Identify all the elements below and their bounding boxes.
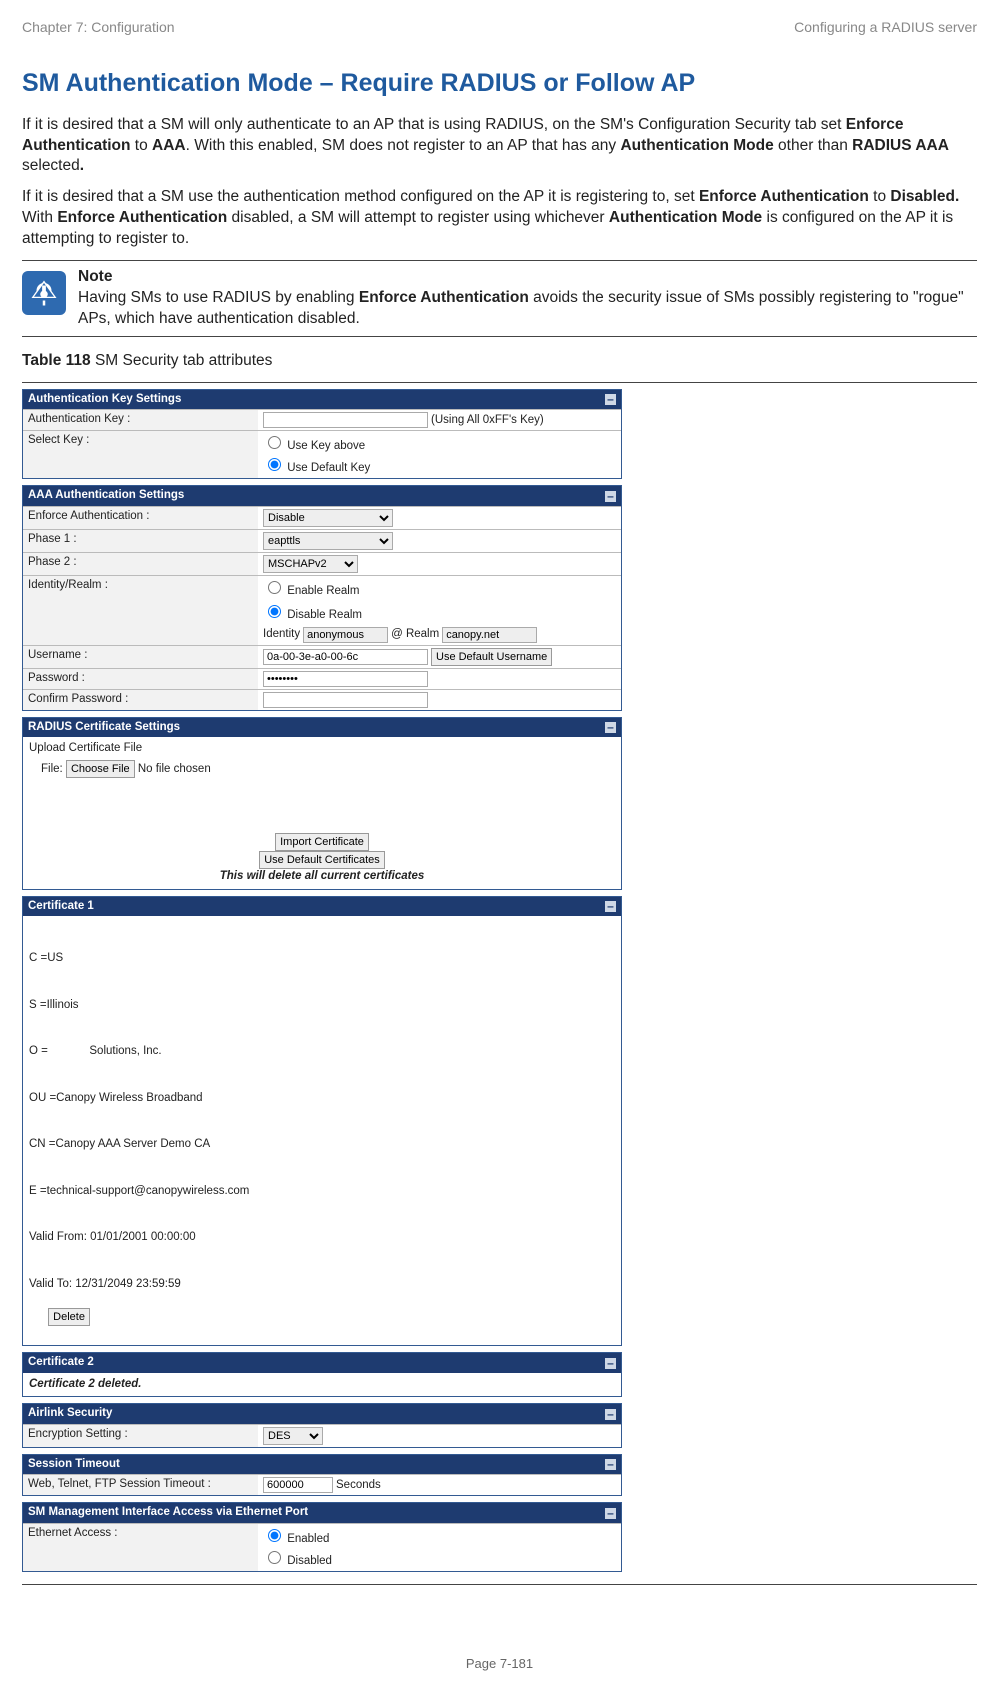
file-label: File: [41, 763, 63, 775]
panel-title: Airlink Security [28, 1406, 112, 1422]
info-icon [22, 271, 66, 315]
collapse-icon[interactable]: – [605, 1459, 616, 1470]
cert1-line: S =Illinois [29, 998, 615, 1014]
seconds-unit: Seconds [336, 1478, 381, 1494]
cert1-line: Valid From: 01/01/2001 00:00:00 [29, 1230, 615, 1246]
encryption-label: Encryption Setting : [23, 1425, 258, 1447]
ethernet-enabled-radio[interactable]: Enabled [263, 1526, 332, 1548]
para-2: If it is desired that a SM use the authe… [22, 187, 977, 250]
ethernet-disabled-radio[interactable]: Disabled [263, 1548, 332, 1570]
password-input[interactable] [263, 671, 428, 687]
cert1-line: C =US [29, 951, 615, 967]
password-label: Password : [23, 669, 258, 689]
auth-key-hint: (Using All 0xFF's Key) [431, 413, 544, 429]
panel-title: RADIUS Certificate Settings [28, 720, 180, 736]
page-title: SM Authentication Mode – Require RADIUS … [22, 67, 977, 101]
use-default-username-button[interactable]: Use Default Username [431, 648, 552, 666]
cert1-line: OU =Canopy Wireless Broadband [29, 1091, 615, 1107]
panel-title: Authentication Key Settings [28, 392, 181, 408]
para-1: If it is desired that a SM will only aut… [22, 115, 977, 178]
use-default-key-radio[interactable]: Use Default Key [263, 455, 370, 477]
cert2-deleted-text: Certificate 2 deleted. [23, 1373, 621, 1397]
panel-cert1: Certificate 1 – C =US S =Illinois O = Sol… [22, 896, 622, 1347]
disable-realm-radio[interactable]: Disable Realm [263, 602, 362, 624]
panel-title: Certificate 1 [28, 899, 94, 915]
panel-session-timeout: Session Timeout – Web, Telnet, FTP Sessio… [22, 1454, 622, 1497]
panel-cert2: Certificate 2 – Certificate 2 deleted. [22, 1352, 622, 1397]
table-caption: Table 118 SM Security tab attributes [22, 351, 977, 372]
phase2-label: Phase 2 : [23, 553, 258, 575]
cert1-line: Valid To: 12/31/2049 23:59:59 [29, 1277, 615, 1293]
cert1-line: E =technical-support@canopywireless.com [29, 1184, 615, 1200]
delete-cert1-button[interactable]: Delete [48, 1308, 90, 1326]
collapse-icon[interactable]: – [605, 1409, 616, 1420]
note-heading: Note [78, 268, 112, 285]
note-callout: Note Having SMs to use RADIUS by enablin… [22, 260, 977, 337]
upload-cert-label: Upload Certificate File [29, 741, 615, 757]
select-key-label: Select Key : [23, 431, 258, 478]
running-header: Chapter 7: Configuration Configuring a R… [22, 18, 977, 37]
collapse-icon[interactable]: – [605, 394, 616, 405]
panel-title: SM Management Interface Access via Ether… [28, 1505, 308, 1521]
realm-input[interactable] [442, 627, 537, 643]
panel-title: AAA Authentication Settings [28, 488, 184, 504]
username-label: Username : [23, 646, 258, 668]
enforce-auth-label: Enforce Authentication : [23, 507, 258, 529]
collapse-icon[interactable]: – [605, 491, 616, 502]
username-input[interactable] [263, 649, 428, 665]
cert1-line: O = Solutions, Inc. [29, 1044, 615, 1060]
enable-realm-radio[interactable]: Enable Realm [263, 578, 359, 600]
session-timeout-input[interactable] [263, 1477, 333, 1493]
session-timeout-label: Web, Telnet, FTP Session Timeout : [23, 1475, 258, 1495]
panel-auth-key: Authentication Key Settings – Authenticat… [22, 389, 622, 480]
panel-aaa: AAA Authentication Settings – Enforce Aut… [22, 485, 622, 711]
security-tab-figure: Authentication Key Settings – Authenticat… [22, 382, 977, 1585]
chapter-label: Chapter 7: Configuration [22, 18, 175, 37]
choose-file-button[interactable]: Choose File [66, 760, 135, 778]
identity-realm-label: Identity/Realm : [23, 576, 258, 645]
page-footer: Page 7-181 [22, 1655, 977, 1673]
panel-sm-mgmt: SM Management Interface Access via Ether… [22, 1502, 622, 1572]
cert1-line: CN =Canopy AAA Server Demo CA [29, 1137, 615, 1153]
phase1-select[interactable]: eapttls [263, 532, 393, 550]
auth-key-input[interactable] [263, 412, 428, 428]
collapse-icon[interactable]: – [605, 1358, 616, 1369]
note-text: Having SMs to use RADIUS by enabling Enf… [78, 288, 969, 330]
panel-title: Session Timeout [28, 1457, 120, 1473]
import-certificate-button[interactable]: Import Certificate [275, 833, 369, 851]
collapse-icon[interactable]: – [605, 722, 616, 733]
section-label: Configuring a RADIUS server [794, 18, 977, 37]
phase2-select[interactable]: MSCHAPv2 [263, 555, 358, 573]
no-file-text: No file chosen [138, 763, 211, 775]
encryption-select[interactable]: DES [263, 1427, 323, 1445]
identity-word: Identity [263, 627, 300, 643]
use-default-certs-button[interactable]: Use Default Certificates [259, 851, 385, 869]
auth-key-label: Authentication Key : [23, 410, 258, 430]
ethernet-access-label: Ethernet Access : [23, 1524, 258, 1571]
use-key-above-radio[interactable]: Use Key above [263, 433, 370, 455]
confirm-password-label: Confirm Password : [23, 690, 258, 710]
identity-input[interactable] [303, 627, 388, 643]
phase1-label: Phase 1 : [23, 530, 258, 552]
confirm-password-input[interactable] [263, 692, 428, 708]
enforce-auth-select[interactable]: Disable [263, 509, 393, 527]
collapse-icon[interactable]: – [605, 1508, 616, 1519]
panel-airlink: Airlink Security – Encryption Setting : D… [22, 1403, 622, 1448]
delete-warning: This will delete all current certificate… [29, 869, 615, 885]
collapse-icon[interactable]: – [605, 901, 616, 912]
at-realm-label: @ Realm [391, 627, 439, 643]
panel-title: Certificate 2 [28, 1355, 94, 1371]
panel-radius-cert: RADIUS Certificate Settings – Upload Cert… [22, 717, 622, 890]
